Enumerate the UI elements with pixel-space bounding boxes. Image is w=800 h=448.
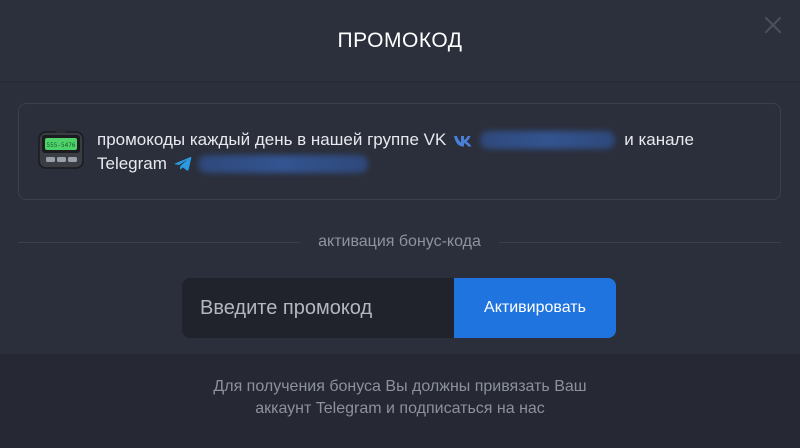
divider-line-right	[498, 241, 781, 243]
vk-link[interactable]	[479, 131, 615, 149]
promo-text-part3: Telegram	[97, 154, 167, 173]
svg-text:555-5476: 555-5476	[47, 142, 76, 149]
promo-form: Активировать	[182, 278, 616, 338]
promo-code-input[interactable]	[182, 278, 454, 338]
promo-info-box: 555-5476 промокоды каждый день в нашей г…	[18, 103, 781, 200]
telegram-icon[interactable]	[174, 156, 192, 172]
modal-header: ПРОМОКОД	[0, 0, 800, 82]
promo-text-part2: и канале	[624, 130, 694, 149]
promo-info-text: промокоды каждый день в нашей группе VK …	[97, 128, 767, 176]
modal-title: ПРОМОКОД	[337, 28, 463, 52]
promo-modal: ПРОМОКОД 555-5476 промокоды каждый день …	[0, 0, 800, 448]
divider: активация бонус-кода	[18, 230, 781, 254]
activate-button[interactable]: Активировать	[454, 278, 616, 338]
modal-footer: Для получения бонуса Вы должны привязать…	[0, 354, 800, 448]
close-icon	[765, 17, 781, 33]
footer-text: Для получения бонуса Вы должны привязать…	[150, 376, 650, 420]
modal-body: 555-5476 промокоды каждый день в нашей г…	[0, 82, 800, 354]
telegram-link[interactable]	[198, 155, 369, 173]
footer-line-2: аккаунт Telegram и подписаться на нас	[255, 400, 545, 417]
divider-line-left	[18, 241, 301, 243]
pager-icon: 555-5476	[38, 129, 84, 169]
footer-line-1: Для получения бонуса Вы должны привязать…	[213, 378, 587, 395]
divider-label: активация бонус-кода	[318, 233, 481, 250]
promo-text-part1: промокоды каждый день в нашей группе VK	[97, 130, 447, 149]
close-button[interactable]	[762, 14, 784, 36]
vk-icon[interactable]	[453, 134, 473, 148]
